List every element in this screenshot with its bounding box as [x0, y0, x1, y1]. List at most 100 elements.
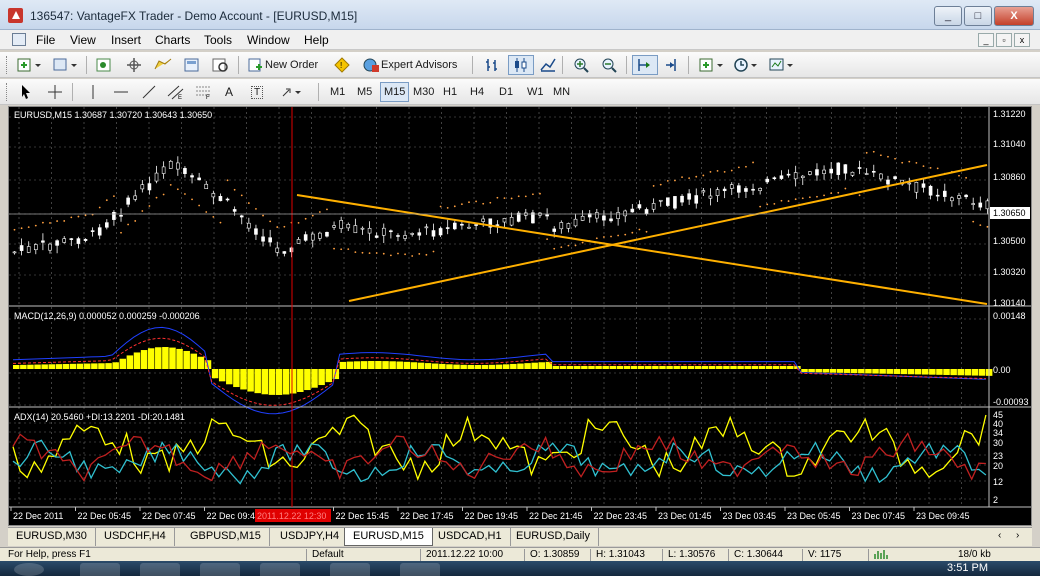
indicators-button[interactable]	[696, 55, 730, 75]
sar-dot	[496, 196, 499, 199]
sar-dot	[191, 198, 193, 201]
macd-histogram-bar	[176, 348, 183, 369]
market-watch-button[interactable]	[92, 55, 116, 75]
timeframe-m5[interactable]: M5	[354, 82, 375, 102]
close-button[interactable]: X	[994, 6, 1034, 26]
expert-advisors-button[interactable]: Expert Advisors	[358, 55, 460, 75]
sar-dot	[567, 244, 570, 247]
macd-histogram-bar	[758, 366, 766, 369]
sar-dot	[411, 255, 414, 257]
menu-window[interactable]: Window	[247, 33, 290, 47]
line-chart-button[interactable]	[536, 55, 560, 75]
chart-window[interactable]: EURUSD,M15 1.30687 1.30720 1.30643 1.306…	[8, 106, 1032, 526]
timeframe-m15[interactable]: M15	[380, 82, 410, 102]
tab-usdchf-h4[interactable]: USDCHF,H4	[96, 528, 175, 546]
fibonacci-icon[interactable]: F	[192, 82, 216, 102]
zoom-in-icon[interactable]	[570, 55, 594, 75]
macd-histogram-bar	[673, 366, 680, 369]
macd-histogram-bar	[921, 369, 929, 375]
menu-tools[interactable]: Tools	[204, 33, 232, 47]
auto-scroll-button[interactable]	[632, 55, 658, 75]
minimize-button[interactable]: _	[934, 6, 962, 26]
new-chart-button[interactable]	[14, 55, 48, 75]
candle-body	[602, 215, 606, 221]
tab-gbpusd-m15[interactable]: GBPUSD,M15	[182, 528, 270, 546]
strategy-tester-button[interactable]	[208, 55, 234, 75]
autotrading-warning-icon[interactable]: !	[330, 55, 354, 75]
timeframe-d1[interactable]: D1	[496, 82, 516, 102]
macd-histogram-bar	[389, 361, 396, 369]
taskbar-app[interactable]	[330, 563, 370, 576]
arrows-dropdown-icon[interactable]	[278, 82, 308, 102]
terminal-button[interactable]	[180, 55, 204, 75]
tab-eurusd-m15[interactable]: EURUSD,M15	[344, 528, 433, 546]
cursor-icon[interactable]	[16, 82, 36, 102]
text-tool-button[interactable]: A	[222, 82, 236, 102]
tab-usdjpy-h4[interactable]: USDJPY,H4	[272, 528, 349, 546]
vertical-line-icon[interactable]	[84, 82, 102, 102]
crosshair-icon[interactable]	[44, 82, 66, 102]
chart-window-icon[interactable]	[12, 33, 26, 46]
mdi-minimize-button[interactable]: _	[978, 33, 994, 47]
tab-eurusd-daily[interactable]: EURUSD,Daily	[508, 528, 599, 546]
macd-histogram-bar	[254, 369, 261, 394]
tab-scroll-left-icon[interactable]: ‹	[998, 530, 1001, 541]
candlestick-chart-button[interactable]	[508, 55, 534, 75]
menu-insert[interactable]: Insert	[111, 33, 141, 47]
menu-help[interactable]: Help	[304, 33, 329, 47]
timeframe-h1[interactable]: H1	[440, 82, 460, 102]
chart-canvas[interactable]: EURUSD,M15 1.30687 1.30720 1.30643 1.306…	[9, 107, 1031, 525]
start-button[interactable]	[14, 563, 44, 576]
adx-axis-label: 20	[993, 461, 1003, 471]
tab-eurusd-m30[interactable]: EURUSD,M30	[8, 528, 96, 546]
text-label-button[interactable]: T	[248, 82, 266, 102]
sar-dot	[752, 161, 754, 164]
candle-body	[268, 237, 272, 243]
zoom-out-icon[interactable]	[598, 55, 622, 75]
data-window-button[interactable]	[122, 55, 146, 75]
timeframe-m1[interactable]: M1	[327, 82, 348, 102]
mdi-restore-button[interactable]: ▫	[996, 33, 1012, 47]
taskbar-app[interactable]	[400, 563, 440, 576]
menu-charts[interactable]: Charts	[155, 33, 190, 47]
macd-histogram-bar	[687, 366, 695, 369]
taskbar-app[interactable]	[260, 563, 300, 576]
maximize-button[interactable]: □	[964, 6, 992, 26]
title-bar: 136547: VantageFX Trader - Demo Account …	[0, 0, 1040, 30]
menu-file[interactable]: File	[36, 33, 55, 47]
new-order-button[interactable]: New Order	[244, 55, 321, 75]
taskbar-app[interactable]	[80, 563, 120, 576]
macd-histogram-bar	[609, 366, 617, 369]
mdi-close-button[interactable]: x	[1014, 33, 1030, 47]
macd-histogram-bar	[41, 364, 48, 369]
sar-dot	[879, 154, 882, 157]
equidistant-channel-icon[interactable]: E	[164, 82, 188, 102]
menu-view[interactable]: View	[70, 33, 96, 47]
taskbar-app[interactable]	[200, 563, 240, 576]
line-studies-toolbar: E F A T M1 M5 M15 M30 H1 H4 D1 W1 MN	[0, 79, 1040, 105]
sar-dot	[645, 230, 648, 233]
templates-button[interactable]	[766, 55, 800, 75]
timeframe-h4[interactable]: H4	[467, 82, 487, 102]
tab-usdcad-h1[interactable]: USDCAD,H1	[430, 528, 511, 546]
timeframe-mn[interactable]: MN	[550, 82, 573, 102]
trendline-icon[interactable]	[138, 82, 160, 102]
sar-dot	[219, 221, 222, 224]
periods-clock-icon[interactable]	[730, 55, 764, 75]
profiles-button[interactable]	[50, 55, 84, 75]
horizontal-line-icon[interactable]	[110, 82, 132, 102]
bar-chart-button[interactable]	[480, 55, 504, 75]
sar-dot	[418, 252, 421, 255]
macd-histogram-bar	[765, 366, 773, 369]
taskbar-app[interactable]	[140, 563, 180, 576]
macd-histogram-bar	[112, 362, 119, 369]
candle-body	[580, 215, 585, 221]
time-label: 23 Dec 07:45	[852, 511, 906, 521]
tab-scroll-right-icon[interactable]: ›	[1016, 530, 1019, 541]
candle-body	[389, 230, 393, 233]
chart-shift-button[interactable]	[660, 55, 684, 75]
timeframe-m30[interactable]: M30	[410, 82, 437, 102]
time-label: 22 Dec 05:45	[78, 511, 132, 521]
timeframe-w1[interactable]: W1	[524, 82, 547, 102]
navigator-button[interactable]	[150, 55, 176, 75]
